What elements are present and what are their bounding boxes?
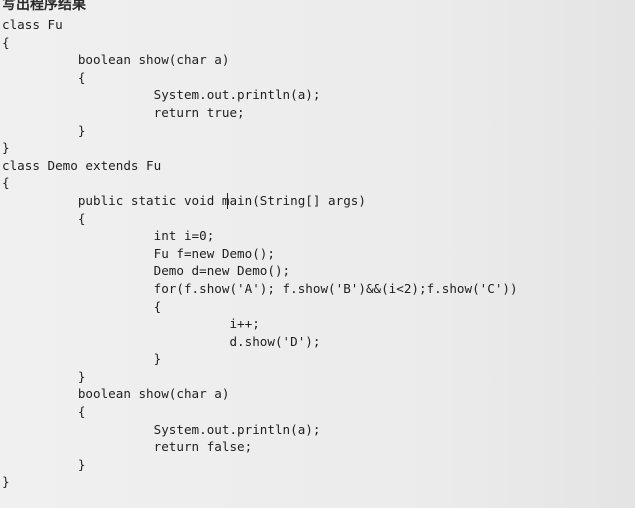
text-cursor	[227, 193, 228, 209]
code-line: }	[2, 140, 10, 156]
code-line: {	[2, 298, 162, 314]
code-line: Fu f=new Demo();	[2, 245, 275, 261]
code-line: class Demo extends Fu	[2, 157, 162, 173]
code-line: boolean show(char a)	[2, 52, 230, 68]
code-line: class Fu	[2, 17, 63, 32]
code-line: }	[2, 368, 86, 384]
code-line: {	[2, 175, 10, 191]
page-title: 写出程序结果	[2, 0, 86, 13]
code-line: {	[2, 404, 86, 420]
code-line: for(f.show('A'); f.show('B')&&(i<2);f.sh…	[2, 280, 518, 296]
code-line: boolean show(char a)	[2, 386, 230, 402]
code-line: int i=0;	[2, 228, 215, 244]
code-line: {	[2, 34, 10, 50]
code-line: System.out.println(a);	[2, 87, 321, 103]
code-line: return true;	[2, 104, 245, 120]
code-line: {	[2, 210, 86, 226]
code-line: System.out.println(a);	[2, 421, 321, 437]
document-page: 写出程序结果 class Fu { boolean show(char a) {…	[0, 0, 635, 508]
code-line: Demo d=new Demo();	[2, 263, 291, 279]
code-block: class Fu { boolean show(char a) { System…	[2, 16, 518, 491]
code-line: public static void main(String[] args)	[2, 192, 366, 208]
code-line: }	[2, 456, 86, 472]
code-line: return false;	[2, 439, 253, 455]
code-line: i++;	[2, 316, 260, 332]
code-line: d.show('D');	[2, 333, 321, 349]
code-line: }	[2, 474, 10, 490]
code-line: }	[2, 122, 86, 138]
code-line: }	[2, 351, 162, 367]
code-line: {	[2, 69, 86, 85]
